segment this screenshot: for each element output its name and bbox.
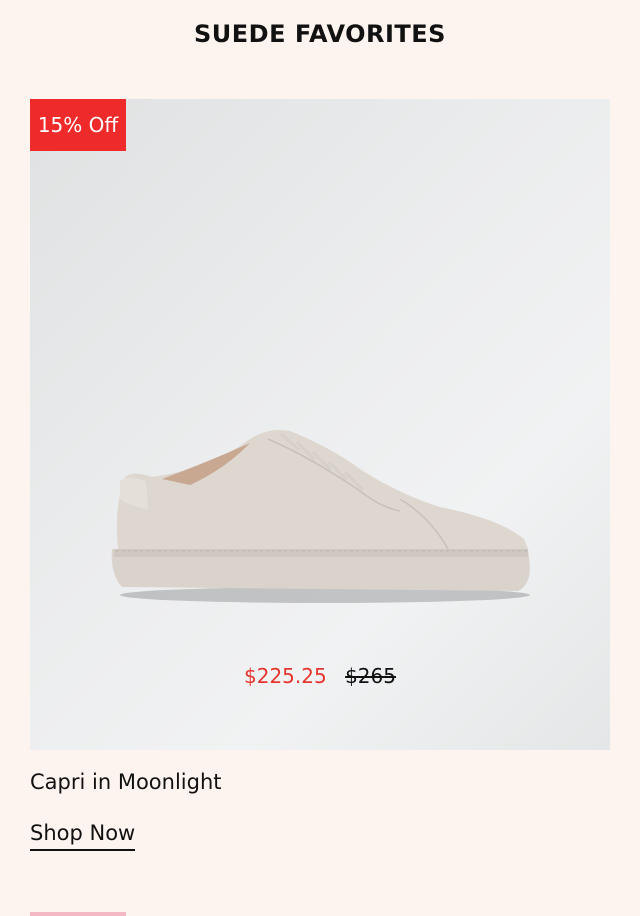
price-row: $225.25 $265 — [30, 664, 610, 688]
original-price: $265 — [345, 664, 396, 688]
section-title: SUEDE FAVORITES — [194, 20, 446, 48]
discount-badge: 15% Off — [30, 99, 126, 151]
sneaker-image[interactable] — [100, 399, 550, 619]
product-card[interactable]: 15% Off $225.25 $265 — [30, 99, 610, 750]
shop-now-link[interactable]: Shop Now — [30, 821, 136, 851]
email-page: SUEDE FAVORITES 15% Off $225.25 $265 Cap… — [0, 0, 640, 916]
product-name: Capri in Moonlight — [30, 770, 222, 794]
next-item-accent — [30, 912, 126, 916]
sale-price: $225.25 — [244, 664, 327, 688]
